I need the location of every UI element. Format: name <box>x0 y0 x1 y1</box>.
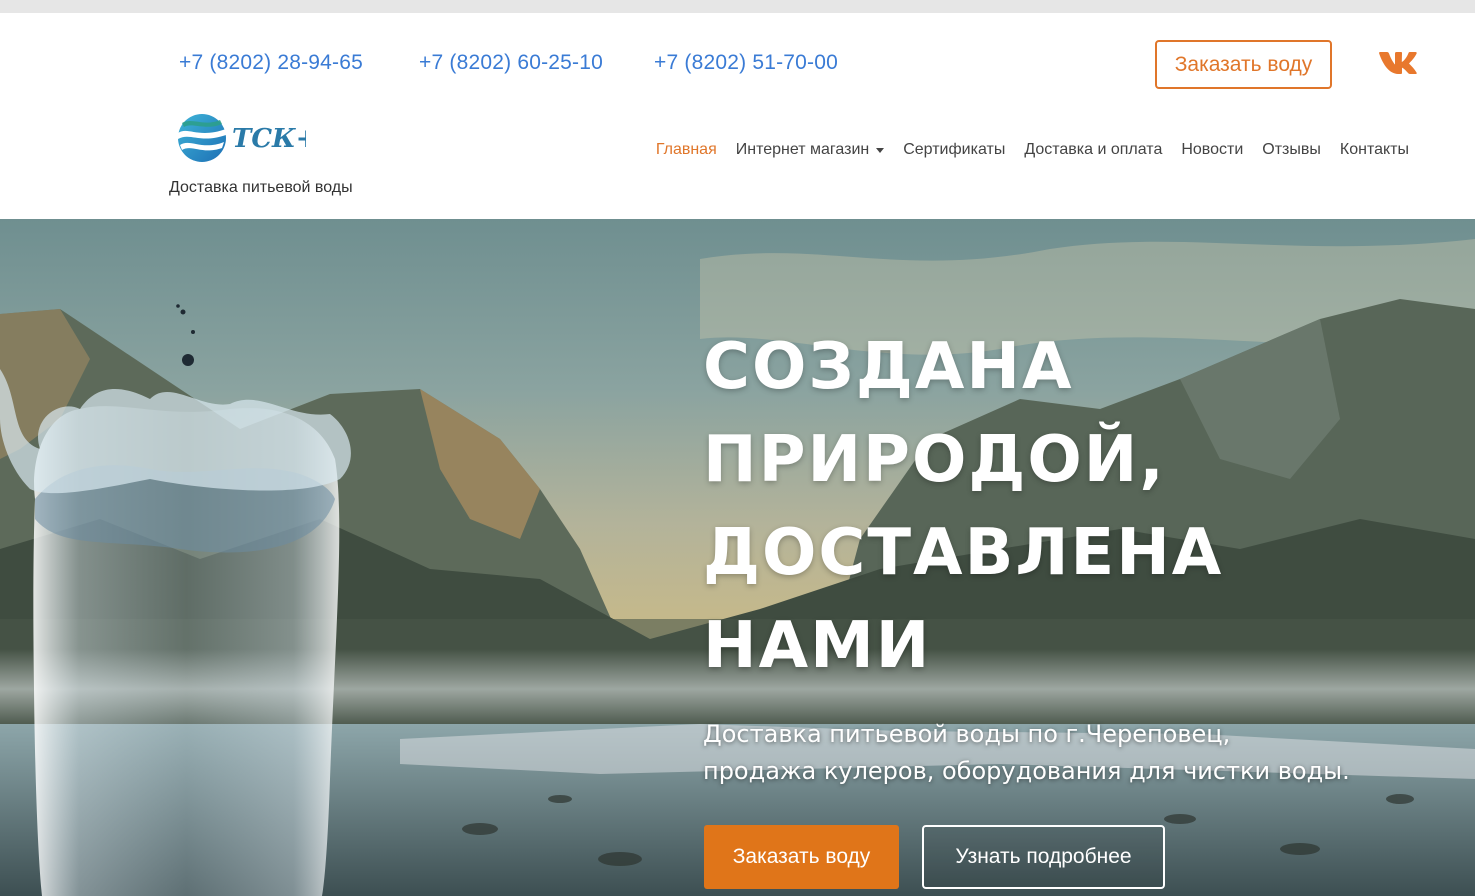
vk-icon[interactable] <box>1378 49 1418 77</box>
order-water-button-header[interactable]: Заказать воду <box>1155 40 1332 89</box>
chevron-down-icon <box>876 147 885 153</box>
site-header: +7 (8202) 28-94-65 +7 (8202) 60-25-10 +7… <box>0 13 1475 219</box>
nav-item-news[interactable]: Новости <box>1181 141 1243 159</box>
hero-headline-line-3: ДОСТАВЛЕНА <box>703 516 1224 590</box>
learn-more-button[interactable]: Узнать подробнее <box>922 825 1165 889</box>
phone-link-1[interactable]: +7 (8202) 28-94-65 <box>179 51 363 75</box>
hero-headline: СОЗДАНА ПРИРОДОЙ, ДОСТАВЛЕНА НАМИ <box>703 321 1403 693</box>
hero-banner: СОЗДАНА ПРИРОДОЙ, ДОСТАВЛЕНА НАМИ Достав… <box>0 219 1475 896</box>
nav-item-certificates[interactable]: Сертификаты <box>903 141 1005 159</box>
order-water-button-hero[interactable]: Заказать воду <box>704 825 899 889</box>
hero-subtitle-line-2: продажа кулеров, оборудования для чистки… <box>703 757 1350 785</box>
site-tagline: Доставка питьевой воды <box>169 179 353 196</box>
browser-top-strip <box>0 0 1475 13</box>
hero-headline-line-4: НАМИ <box>703 609 932 683</box>
phone-link-3[interactable]: +7 (8202) 51-70-00 <box>654 51 838 75</box>
nav-item-delivery[interactable]: Доставка и оплата <box>1024 141 1162 159</box>
nav-item-reviews[interactable]: Отзывы <box>1262 141 1321 159</box>
nav-item-shop[interactable]: Интернет магазин <box>735 141 885 159</box>
nav-item-contacts[interactable]: Контакты <box>1340 141 1409 159</box>
main-nav: Главная Интернет магазин Сертификаты Дос… <box>637 141 1409 159</box>
hero-subtitle-line-1: Доставка питьевой воды по г.Череповец, <box>703 720 1231 748</box>
hero-headline-line-1: СОЗДАНА <box>703 330 1074 404</box>
phone-link-2[interactable]: +7 (8202) 60-25-10 <box>419 51 603 75</box>
site-logo[interactable]: ТСК+ <box>176 111 317 165</box>
hero-subtitle: Доставка питьевой воды по г.Череповец, п… <box>703 716 1463 790</box>
nav-item-shop-label: Интернет магазин <box>735 141 870 158</box>
nav-item-home[interactable]: Главная <box>656 141 717 159</box>
hero-headline-line-2: ПРИРОДОЙ, <box>703 423 1166 497</box>
svg-text:ТСК+: ТСК+ <box>232 124 306 154</box>
